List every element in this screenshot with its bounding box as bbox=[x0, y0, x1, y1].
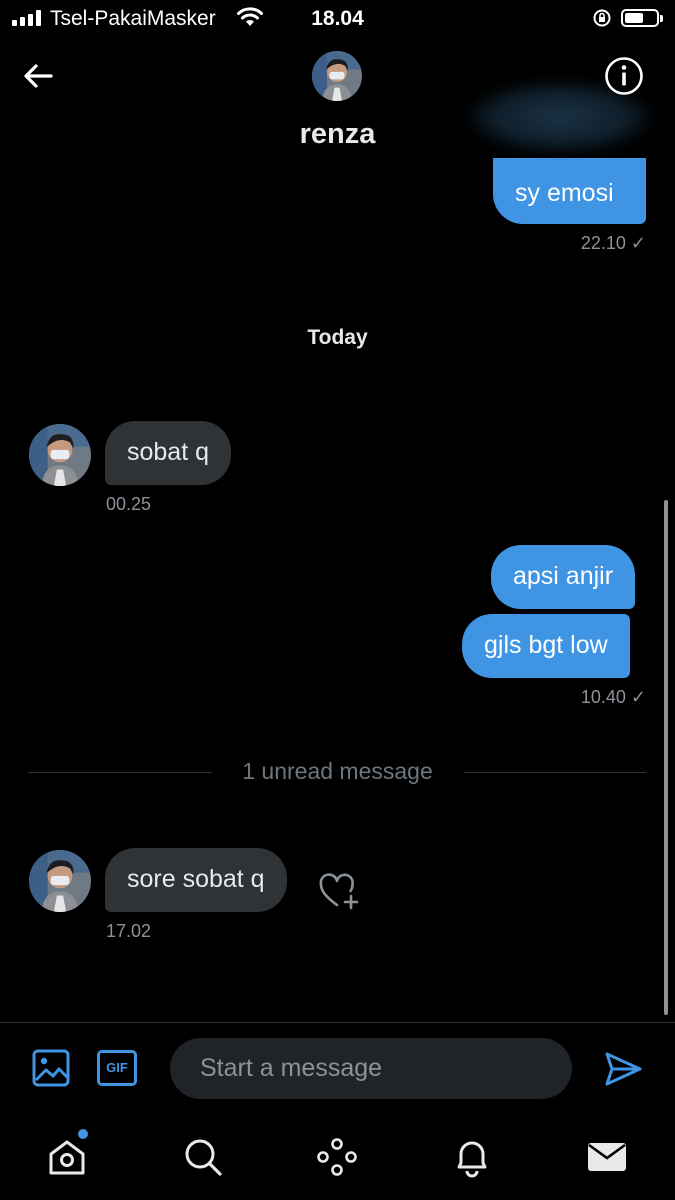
scrollbar[interactable] bbox=[664, 500, 668, 1015]
heart-add-reaction-icon[interactable] bbox=[318, 872, 360, 912]
battery-icon bbox=[621, 9, 663, 27]
sender-avatar[interactable] bbox=[29, 424, 91, 486]
message-timestamp: 22.10 ✓ bbox=[580, 233, 646, 253]
incoming-message-bubble[interactable]: sore sobat q bbox=[105, 848, 287, 912]
outgoing-message-bubble[interactable]: apsi anjir bbox=[491, 545, 636, 609]
gif-button[interactable]: GIF bbox=[97, 1050, 137, 1086]
conversation-header: renza bbox=[0, 36, 675, 166]
notification-dot bbox=[78, 1129, 88, 1139]
message-text: gjls bgt low bbox=[484, 631, 608, 659]
send-icon[interactable] bbox=[603, 1049, 643, 1089]
bell-icon[interactable] bbox=[451, 1136, 493, 1178]
message-text: sore sobat q bbox=[127, 865, 265, 893]
mail-icon[interactable] bbox=[586, 1136, 628, 1178]
contact-avatar[interactable] bbox=[312, 51, 362, 101]
message-timestamp: 00.25 bbox=[106, 494, 152, 514]
incoming-message-bubble[interactable]: sobat q bbox=[105, 421, 232, 485]
search-icon[interactable] bbox=[182, 1136, 224, 1178]
day-separator: Today bbox=[307, 326, 368, 349]
image-icon[interactable] bbox=[32, 1049, 70, 1087]
home-icon[interactable] bbox=[46, 1136, 88, 1178]
arrow-left-icon[interactable] bbox=[20, 58, 56, 94]
message-timestamp: 10.40 ✓ bbox=[580, 687, 646, 707]
status-bar: Tsel-PakaiMasker 18.04 bbox=[0, 0, 675, 36]
sender-avatar[interactable] bbox=[29, 850, 91, 912]
outgoing-message-bubble[interactable]: sy emosi bbox=[493, 158, 646, 224]
clock: 18.04 bbox=[311, 7, 364, 30]
message-timestamp: 17.02 bbox=[106, 921, 152, 941]
message-text: sobat q bbox=[127, 438, 210, 466]
info-circle-icon[interactable] bbox=[604, 56, 644, 96]
outgoing-message-bubble[interactable]: gjls bgt low bbox=[462, 614, 630, 678]
message-composer: GIF bbox=[0, 1022, 675, 1115]
message-text: sy emosi bbox=[515, 179, 614, 207]
bottom-tab-bar bbox=[0, 1114, 675, 1200]
message-text: apsi anjir bbox=[513, 562, 614, 590]
rotation-lock-icon bbox=[593, 9, 611, 27]
spaces-icon[interactable] bbox=[316, 1136, 358, 1178]
divider-line bbox=[464, 772, 646, 773]
message-input[interactable] bbox=[170, 1038, 572, 1099]
